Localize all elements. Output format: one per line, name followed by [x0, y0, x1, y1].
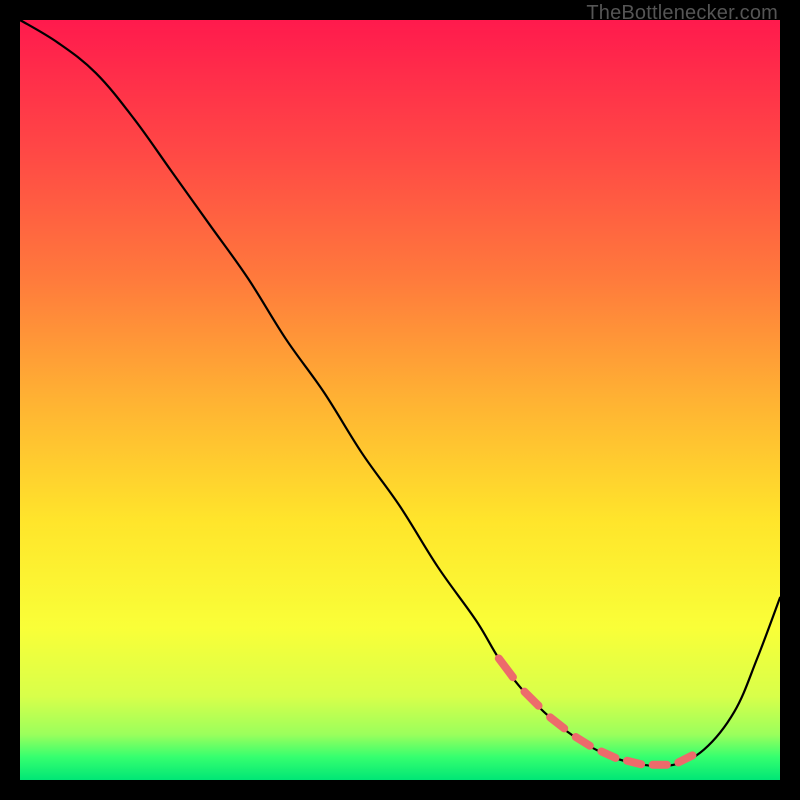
highlight-dash	[524, 692, 538, 706]
plot-area	[20, 20, 780, 780]
curve-svg	[20, 20, 780, 780]
highlight-dash	[627, 761, 641, 765]
highlight-dash	[678, 755, 692, 762]
highlight-dash	[499, 658, 513, 677]
highlight-dash	[550, 717, 564, 728]
bottleneck-curve	[20, 20, 780, 766]
chart-frame: TheBottlenecker.com	[0, 0, 800, 800]
highlight-dash	[601, 752, 615, 758]
highlight-dash	[576, 737, 590, 746]
